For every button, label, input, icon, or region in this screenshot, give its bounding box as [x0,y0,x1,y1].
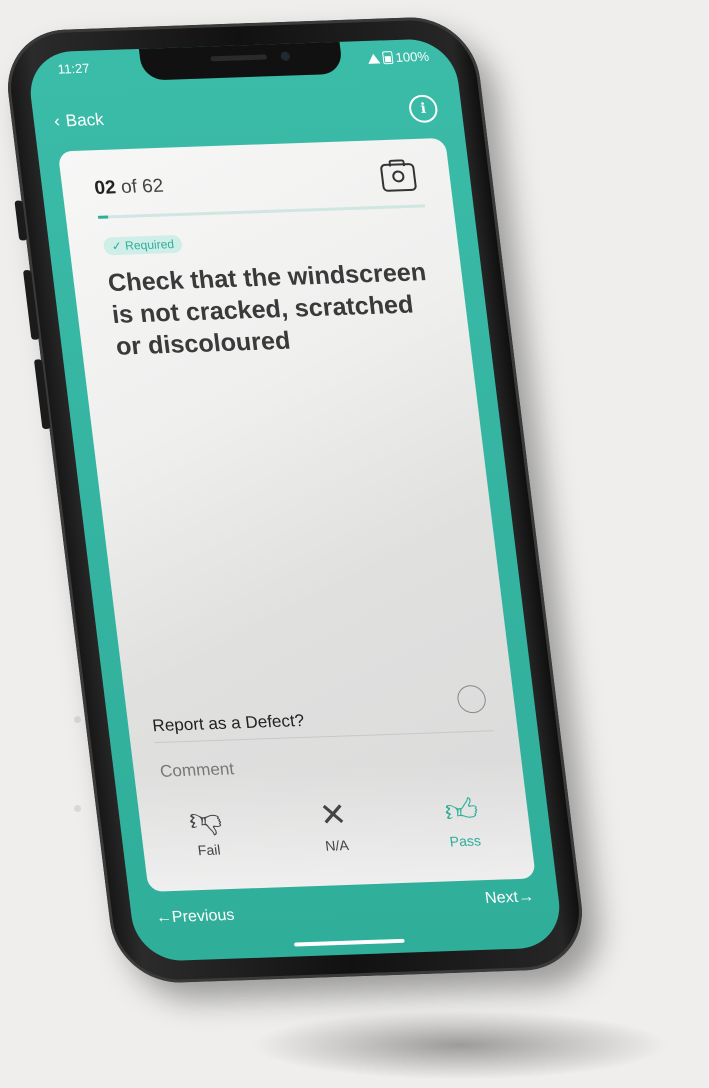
signal-icon [366,52,381,64]
checklist-card: 02 of 62 ✓ Required Check that the winds… [57,137,536,892]
back-button[interactable]: ‹ Back [53,110,105,132]
answer-actions: 👎︎ Fail ✕ N/A 👍︎ Pass [134,759,536,892]
battery-percent: 100% [394,48,430,65]
previous-button[interactable]: ←Previous [155,907,236,928]
phone-screen: 11:27 100% ‹ Back i 02 of 62 ✓ Required … [25,37,565,963]
battery-icon [381,51,394,65]
progress-bar-fill [97,215,109,219]
info-icon[interactable]: i [407,94,440,124]
required-badge: ✓ Required [102,234,184,256]
top-bar: ‹ Back i [32,88,465,147]
stage: 11:27 100% ‹ Back i 02 of 62 ✓ Required … [0,0,709,1088]
progress-counter: 02 of 62 [93,176,164,199]
close-icon: ✕ [317,796,349,833]
next-button[interactable]: Next→ [484,888,535,908]
back-label: Back [64,109,105,131]
thumbs-down-icon: 👎︎ [186,800,224,838]
bottom-nav: ←Previous Next→ [129,878,565,962]
na-button[interactable]: ✕ N/A [317,796,352,854]
progress-separator: of [119,176,139,199]
report-defect-row[interactable]: Report as a Defect? [148,682,494,744]
progress-total: 62 [140,175,165,198]
pass-button[interactable]: 👍︎ Pass [442,791,483,850]
na-label: N/A [324,837,350,854]
fail-button[interactable]: 👎︎ Fail [186,800,226,859]
chevron-left-icon: ‹ [52,111,61,131]
side-button [33,359,51,430]
phone-shadow [250,1010,670,1080]
question-text: Check that the windscreen is not cracked… [106,258,428,361]
side-button [14,200,28,241]
status-time: 11:27 [56,60,91,77]
report-defect-radio[interactable] [455,684,488,714]
pass-label: Pass [448,832,482,850]
fail-label: Fail [196,841,222,859]
decor-dot [74,805,81,812]
report-defect-label: Report as a Defect? [151,711,306,736]
side-button [22,269,40,340]
status-indicators: 100% [366,48,430,66]
phone-body: 11:27 100% ‹ Back i 02 of 62 ✓ Required … [0,15,590,985]
home-indicator [293,938,405,947]
thumbs-up-icon: 👍︎ [442,791,481,829]
progress-current: 02 [93,177,118,199]
decor-dot [74,716,81,723]
phone-mockup: 11:27 100% ‹ Back i 02 of 62 ✓ Required … [0,15,590,985]
camera-icon[interactable] [379,162,418,192]
